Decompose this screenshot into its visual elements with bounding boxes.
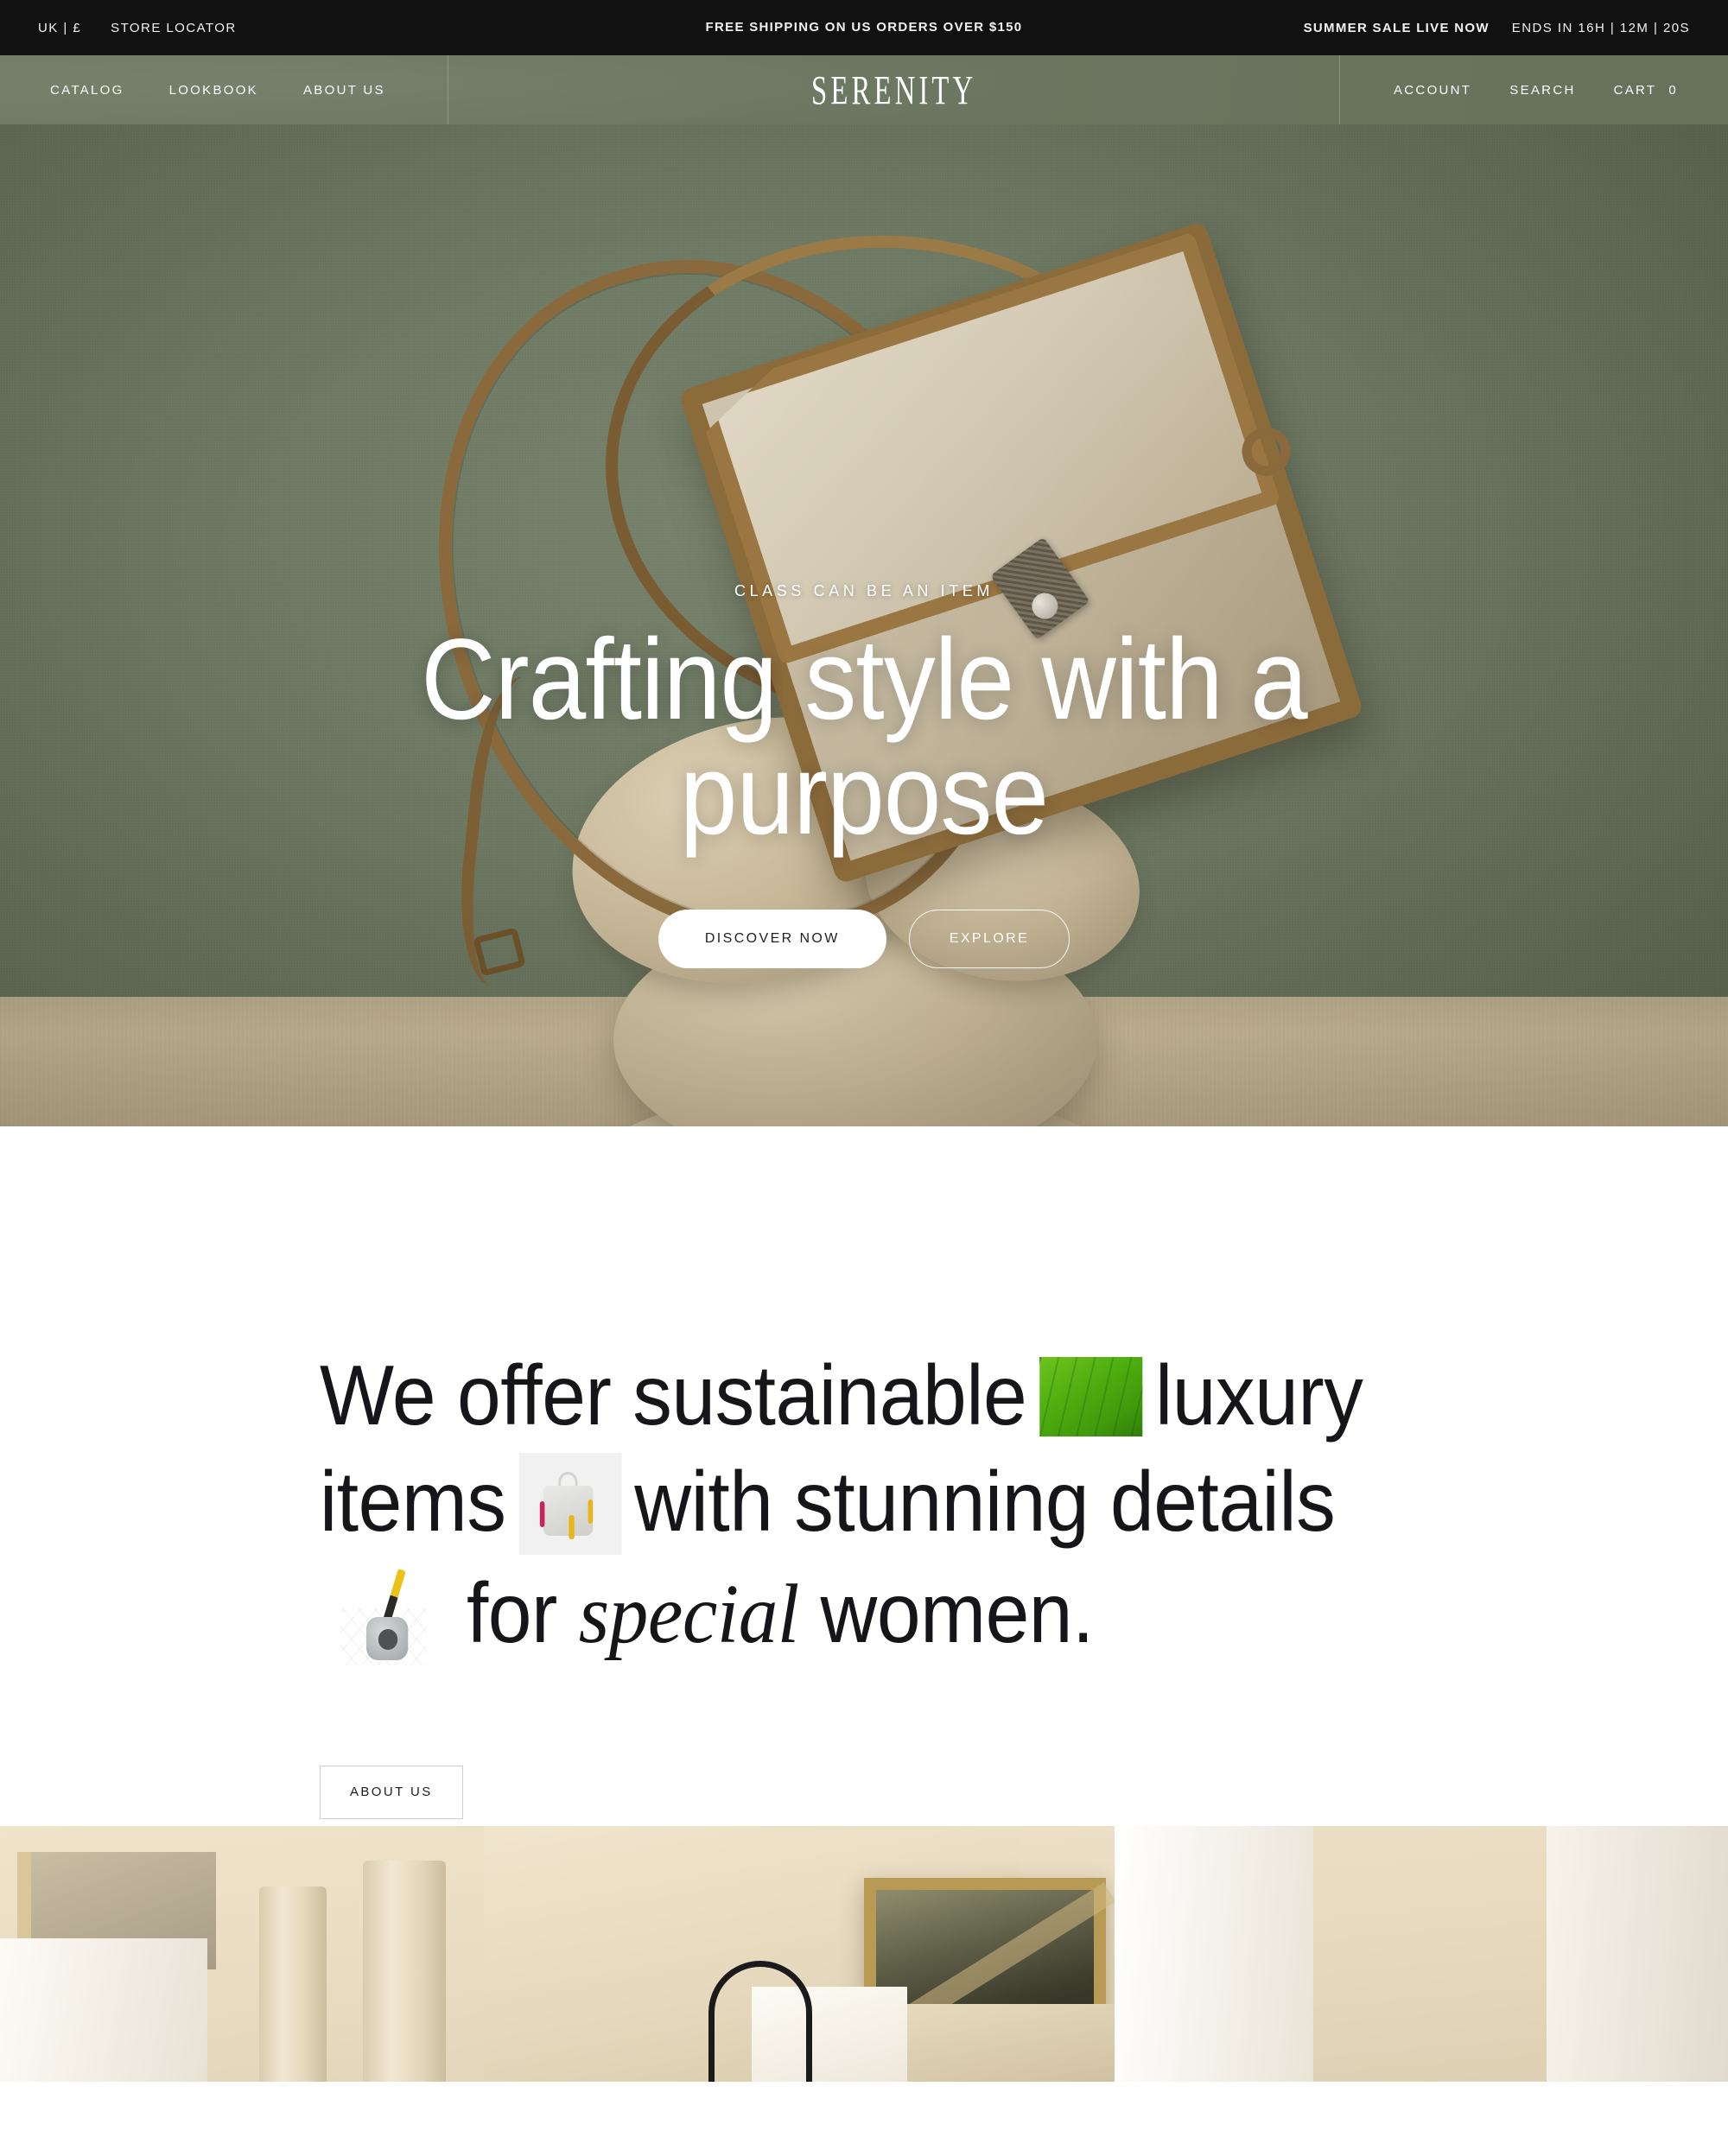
announcement-left-group: UK | £ STORE LOCATOR [38,21,237,35]
cart-item-count: 0 [1668,82,1678,98]
brand-logo[interactable]: SERENITY [811,66,976,113]
utility-navigation: ACCOUNT SEARCH CART 0 [1340,55,1728,124]
hero-content: CLASS CAN BE AN ITEM Crafting style with… [0,124,1728,1126]
primary-navigation: CATALOG LOOKBOOK ABOUT US [0,55,448,124]
nav-item-cart[interactable]: CART 0 [1595,83,1678,98]
white-handbag-image [518,1452,622,1555]
charm-center [378,1628,398,1650]
nav-item-about-us[interactable]: ABOUT US [281,83,408,98]
intro-line1-text-a: We offer sustainable [320,1348,1027,1443]
nav-item-lookbook[interactable]: LOOKBOOK [147,83,281,98]
leaf-macro-image [1039,1357,1143,1437]
handbag-tassel-gold [568,1514,575,1539]
editorial-curtain-left [0,1938,207,2082]
discover-now-button[interactable]: DISCOVER NOW [658,910,886,968]
intro-line2-text-a: items [320,1454,506,1550]
handbag-tassel-pink [539,1500,545,1527]
editorial-curtain-center [1115,1826,1313,2082]
region-currency-selector[interactable]: UK | £ [38,21,81,35]
free-shipping-message: FREE SHIPPING ON US ORDERS OVER $150 [705,20,1023,35]
cart-label: CART [1613,82,1657,98]
brand-logo-container[interactable]: SERENITY [448,55,1340,124]
handbag-body [543,1485,593,1536]
editorial-column-right [363,1861,446,2082]
intro-line1-text-b: luxury [1155,1348,1363,1443]
explore-button[interactable]: EXPLORE [908,910,1070,968]
intro-headline: We offer sustainable luxury items with stu… [320,1342,1381,1671]
bag-charm-detail-image [332,1563,433,1665]
intro-line2-text-b: with stunning details [634,1454,1336,1550]
intro-line3-text-b: women. [820,1564,1095,1660]
store-locator-link[interactable]: STORE LOCATOR [111,21,237,35]
intro-line3-text-a: for [466,1564,557,1660]
hero-eyebrow: CLASS CAN BE AN ITEM [734,582,994,599]
editorial-column-left [259,1886,327,2082]
nav-item-catalog[interactable]: CATALOG [50,83,147,98]
sale-countdown-timer: ENDS IN 16H | 12M | 20S [1511,20,1690,35]
site-header: CATALOG LOOKBOOK ABOUT US SERENITY ACCOU… [0,55,1728,124]
intro-emphasis-word: special [578,1567,799,1661]
hero-carousel: CLASS CAN BE AN ITEM Crafting style with… [0,124,1728,1126]
hero-title: Crafting style with a purpose [421,616,1307,859]
nav-item-account[interactable]: ACCOUNT [1375,83,1490,98]
announcement-right-group: SUMMER SALE LIVE NOW ENDS IN 16H | 12M |… [1304,21,1690,35]
editorial-bag-handle [708,1961,812,2082]
announcement-bar: UK | £ STORE LOCATOR FREE SHIPPING ON US… [0,0,1728,55]
about-us-button[interactable]: ABOUT US [320,1765,463,1819]
editorial-image-section [0,1826,1728,2082]
intro-section: We offer sustainable luxury items with stu… [0,1126,1728,1826]
sale-label[interactable]: SUMMER SALE LIVE NOW [1304,21,1490,35]
handbag-tassel-yellow [588,1499,593,1524]
editorial-curtain-right [1547,1826,1728,2082]
nav-item-search[interactable]: SEARCH [1490,83,1594,98]
hero-cta-group: DISCOVER NOW EXPLORE [658,910,1070,968]
